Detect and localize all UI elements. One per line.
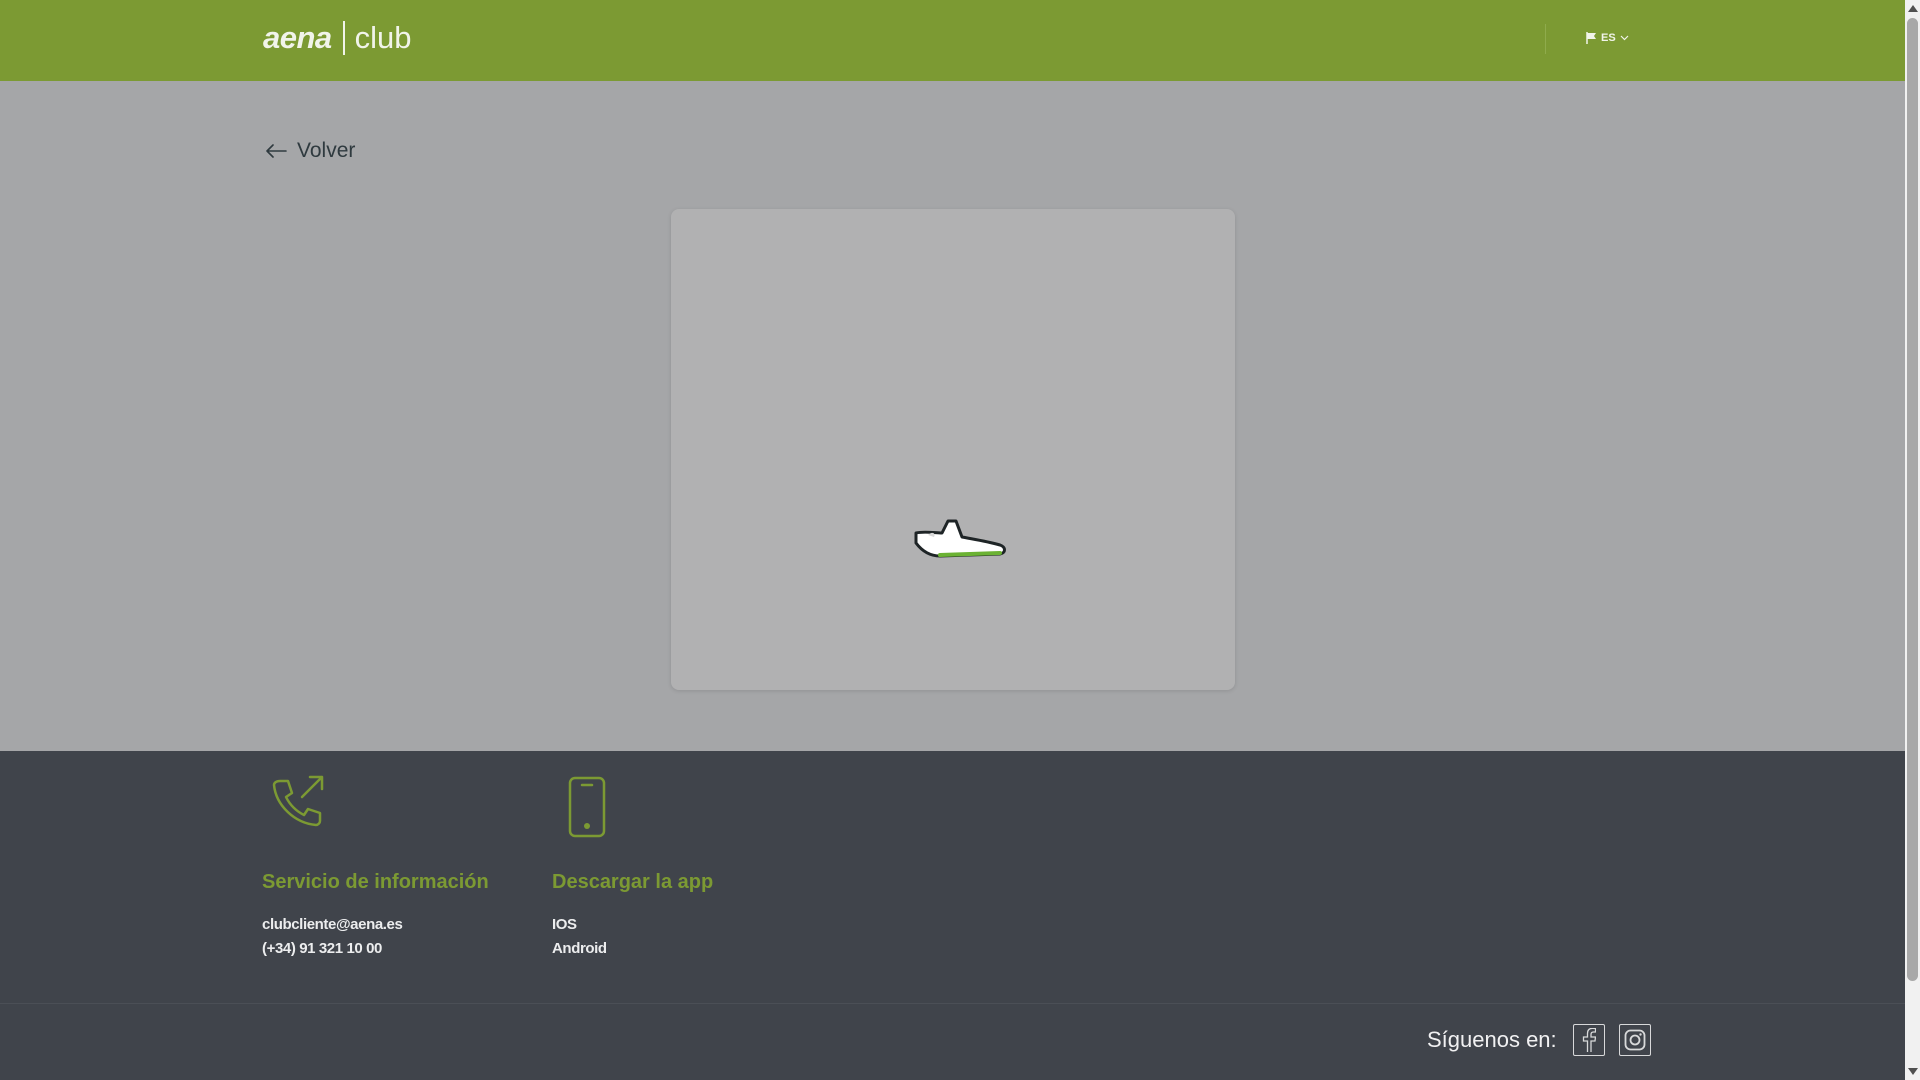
footer-divider	[0, 1003, 1905, 1004]
flag-icon	[1586, 32, 1596, 44]
loading-card	[671, 209, 1235, 690]
facebook-button[interactable]	[1572, 1024, 1605, 1056]
instagram-button[interactable]	[1618, 1024, 1651, 1056]
footer: Servicio de información clubcliente@aena…	[0, 751, 1905, 1080]
vertical-scrollbar[interactable]	[1905, 0, 1920, 1080]
language-code: ES	[1601, 32, 1616, 44]
facebook-icon	[1582, 1028, 1596, 1052]
instagram-icon	[1624, 1029, 1646, 1051]
arrow-left-icon	[266, 144, 287, 158]
page: aena club ES Volver Servicio de informac…	[0, 0, 1905, 1080]
scroll-down-arrow[interactable]	[1908, 1068, 1918, 1075]
scroll-up-arrow[interactable]	[1908, 5, 1918, 12]
logo-suffix: club	[354, 20, 412, 55]
social-label: Síguenos en:	[1427, 1027, 1557, 1052]
logo-separator	[342, 21, 345, 55]
aena-club-logo[interactable]: aena club	[263, 16, 412, 60]
info-service-title: Servicio de información	[262, 871, 489, 893]
language-selector[interactable]: ES	[1586, 32, 1629, 44]
back-link[interactable]: Volver	[265, 139, 355, 163]
download-app-title: Descargar la app	[552, 871, 714, 893]
android-app-link[interactable]: Android	[552, 940, 607, 957]
chevron-down-icon	[1620, 35, 1629, 41]
contact-phone[interactable]: (+34) 91 321 10 00	[262, 940, 382, 957]
scroll-thumb[interactable]	[1907, 18, 1918, 981]
airplane-icon	[914, 519, 1006, 558]
top-header: aena club ES	[0, 0, 1905, 81]
smartphone-icon	[568, 776, 606, 838]
header-divider	[1545, 24, 1546, 54]
ios-app-link[interactable]: IOS	[552, 916, 577, 933]
contact-email[interactable]: clubcliente@aena.es	[262, 916, 403, 933]
phone-outgoing-icon	[272, 775, 324, 827]
back-label: Volver	[297, 139, 356, 162]
logo-brand: aena	[263, 20, 332, 55]
social-links: Síguenos en:	[1427, 1024, 1665, 1056]
